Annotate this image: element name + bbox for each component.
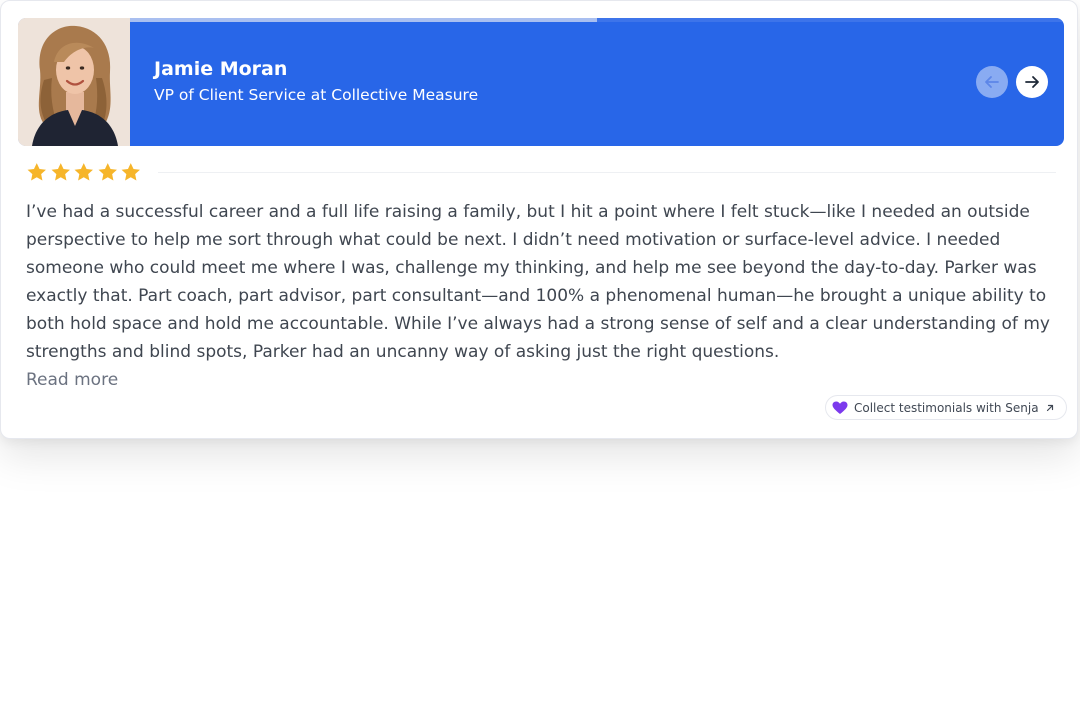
senja-branding-label: Collect testimonials with Senja xyxy=(854,400,1039,415)
star-icon xyxy=(121,163,140,181)
external-link-icon xyxy=(1046,404,1053,411)
star-icon xyxy=(98,163,117,181)
testimonial-card: Jamie Moran VP of Client Service at Coll… xyxy=(0,0,1078,439)
star-icon xyxy=(74,163,93,181)
carousel-progress-remaining xyxy=(597,18,1064,22)
star-icon xyxy=(51,163,70,181)
previous-button[interactable] xyxy=(976,66,1008,98)
star-rating xyxy=(25,161,143,185)
senja-branding-link[interactable]: Collect testimonials with Senja xyxy=(825,395,1067,420)
testimonial-text: I’ve had a successful career and a full … xyxy=(26,202,1050,362)
arrow-left-icon xyxy=(985,76,999,88)
testimonial-header: Jamie Moran VP of Client Service at Coll… xyxy=(18,18,1064,146)
carousel-progress-fill xyxy=(130,18,597,22)
read-more-link[interactable]: Read more xyxy=(26,366,118,394)
heart-icon xyxy=(832,401,848,414)
author-name: Jamie Moran xyxy=(154,58,288,80)
star-icon xyxy=(27,163,46,181)
divider xyxy=(158,172,1056,173)
author-title: VP of Client Service at Collective Measu… xyxy=(154,86,479,104)
avatar xyxy=(18,18,130,146)
arrow-right-icon xyxy=(1025,76,1039,88)
next-button[interactable] xyxy=(1016,66,1048,98)
avatar-photo xyxy=(18,18,130,146)
carousel-progress xyxy=(130,18,1064,22)
